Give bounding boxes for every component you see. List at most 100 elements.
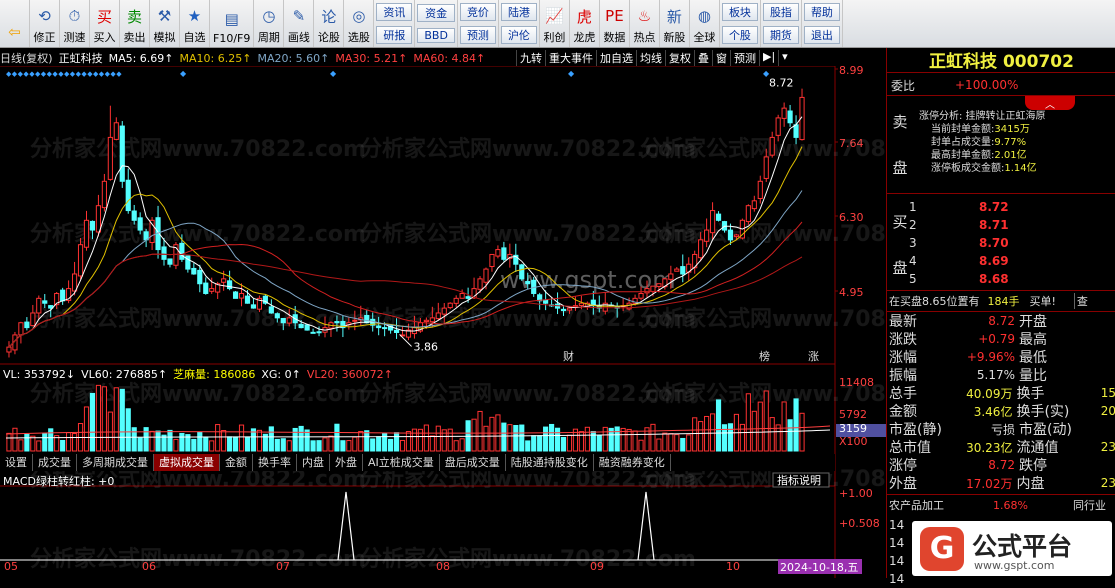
volume-bar [626, 428, 632, 452]
tab-5[interactable]: 换手率 [253, 454, 297, 471]
volume-bar [650, 423, 656, 452]
toolbar-link[interactable]: 沪伦 [500, 25, 537, 44]
toolbar-link[interactable]: 预测 [459, 25, 496, 44]
tab-7[interactable]: 外盘 [330, 454, 363, 471]
candle [262, 294, 268, 305]
chart-tool-2[interactable]: 加自选 [596, 50, 636, 66]
volume-bar [376, 436, 382, 452]
toolbar-button-items9[interactable]: ✎ 画线 [284, 0, 315, 47]
chart-tool-1[interactable]: 重大事件 [545, 50, 596, 66]
chart-tool-7[interactable]: 预测 [730, 50, 759, 66]
toolbar-button-items5[interactable]: ⚒ 模拟 [150, 0, 180, 47]
industry-row[interactable]: 农产品加工 1.68% 同行业 [887, 496, 1115, 514]
candle [191, 263, 197, 275]
toolbar-button-items20[interactable]: 📈 利创 [540, 0, 570, 47]
toolbar-button-items25[interactable]: ◍ 全球 [690, 0, 720, 47]
toolbar-button-items8[interactable]: ◷ 周期 [254, 0, 285, 47]
sell-icon: 卖 [126, 7, 142, 26]
ma5-readout: MA5: 6.69↑ [108, 51, 174, 65]
order-level: 2 [909, 218, 917, 232]
toolbar-link[interactable]: 个股 [721, 25, 758, 44]
volume-bar [519, 424, 525, 452]
back-button[interactable]: ⇦ [0, 0, 30, 47]
candle [113, 117, 119, 141]
tab-4[interactable]: 金额 [220, 454, 253, 471]
buy-order-row[interactable]: 5 8.68 [887, 270, 1115, 288]
toolbar-link[interactable]: 退出 [803, 25, 840, 44]
toolbar-button-items3[interactable]: 买买入 [90, 0, 120, 47]
buy-order-row[interactable]: 4 8.69 [887, 252, 1115, 270]
toolbar-link[interactable]: 股指 [762, 3, 799, 22]
volume-bar [382, 432, 388, 452]
buy-order-row[interactable]: 3 8.70 [887, 234, 1115, 252]
window-arrow-icon[interactable]: ▶| [759, 50, 778, 66]
toolbar-link[interactable]: 帮助 [803, 3, 840, 22]
toolbar-link[interactable]: 研报 [376, 25, 413, 44]
high-price-label: 8.72 [769, 77, 794, 90]
toolbar-link[interactable]: 板块 [721, 3, 758, 22]
limit-line: 封单占成交量:9.77% [931, 137, 1027, 148]
volume-bar [471, 418, 477, 452]
brand-url: www.gspt.com [974, 559, 1055, 572]
toolbar-label: 修正 [33, 31, 56, 44]
collapse-button[interactable]: ︿ [1025, 96, 1075, 111]
toolbar-link[interactable]: 资金 [417, 4, 455, 22]
toolbar-button-items24[interactable]: 新新股 [660, 0, 690, 47]
volume-bar [727, 423, 734, 452]
toolbar-link[interactable]: 竞价 [459, 3, 496, 22]
volume-bar [793, 398, 799, 452]
dropdown-icon[interactable]: ▾ [778, 50, 791, 66]
tab-8[interactable]: AI立桩成交量 [363, 454, 440, 471]
toolbar-label: 选股 [347, 31, 370, 44]
stat-value: 8.72 [988, 458, 1015, 472]
toolbar-button-items23[interactable]: ♨ 热点 [630, 0, 660, 47]
volume-bar [137, 437, 143, 452]
chart-tool-3[interactable]: 均线 [636, 50, 665, 66]
toolbar-link[interactable]: 资讯 [376, 3, 413, 22]
toolbar-button-items6[interactable]: ★ 自选 [180, 0, 210, 47]
candle [519, 263, 525, 281]
tab-11[interactable]: 融资融券变化 [594, 454, 671, 471]
toolbar-button-items1[interactable]: ⟲ 修正 [30, 0, 60, 47]
toolbar-button-items22[interactable]: PE 数据 [600, 0, 630, 47]
candle [232, 290, 239, 299]
volume-bar [566, 434, 573, 452]
toolbar-button-items2[interactable]: ⏱ 测速 [60, 0, 90, 47]
toolbar-link[interactable]: 期货 [762, 25, 799, 44]
volume-bar [686, 434, 692, 452]
chart-tool-4[interactable]: 复权 [665, 50, 694, 66]
stat-label: 总手 [889, 386, 917, 402]
toolbar-button-items21[interactable]: 虎龙虎 [570, 0, 600, 47]
chart-tool-0[interactable]: 九转 [516, 50, 545, 66]
tab-1[interactable]: 成交量 [33, 454, 77, 471]
tab-3[interactable]: 虚拟成交量 [154, 454, 220, 471]
event-marker-icon: ◆ [330, 69, 337, 78]
chart-tool-5[interactable]: 叠 [694, 50, 712, 66]
tab-6[interactable]: 内盘 [297, 454, 330, 471]
stat-value: +0.79 [978, 332, 1015, 346]
limit-analysis-title[interactable]: 涨停分析: 挂牌转让正虹海原 [919, 110, 1115, 123]
toolbar-button-items10[interactable]: 论论股 [314, 0, 345, 47]
tab-10[interactable]: 陆股通持股变化 [506, 454, 594, 471]
toolbar-link[interactable]: 陆港 [500, 3, 537, 22]
toolbar-button-items11[interactable]: ◎ 选股 [344, 0, 375, 47]
toolbar-button-items4[interactable]: 卖卖出 [120, 0, 150, 47]
toolbar-link[interactable]: BBD [417, 28, 455, 43]
volume-bar [477, 410, 483, 452]
stat-row: 最新 8.72 开盘 [887, 312, 1115, 330]
volume-bar [543, 426, 549, 452]
pen-icon: ✎ [292, 7, 306, 25]
tab-2[interactable]: 多周期成交量 [77, 454, 154, 471]
candle [107, 105, 113, 181]
buy-order-row[interactable]: 2 8.71 [887, 216, 1115, 234]
volume-tick-label: 11408 [839, 376, 874, 389]
candle [507, 243, 513, 268]
chart-tool-6[interactable]: 窗 [712, 50, 730, 66]
order-price: 8.70 [979, 236, 1009, 250]
chart-mode[interactable]: 日线(复权) [0, 50, 53, 66]
order-level: 1 [909, 200, 917, 214]
tab-0[interactable]: 设置 [0, 454, 33, 471]
toolbar-button-items7[interactable]: ▤ F10/F9 [210, 0, 255, 47]
tab-9[interactable]: 盘后成交量 [440, 454, 506, 471]
buy-order-row[interactable]: 1 8.72 [887, 198, 1115, 216]
